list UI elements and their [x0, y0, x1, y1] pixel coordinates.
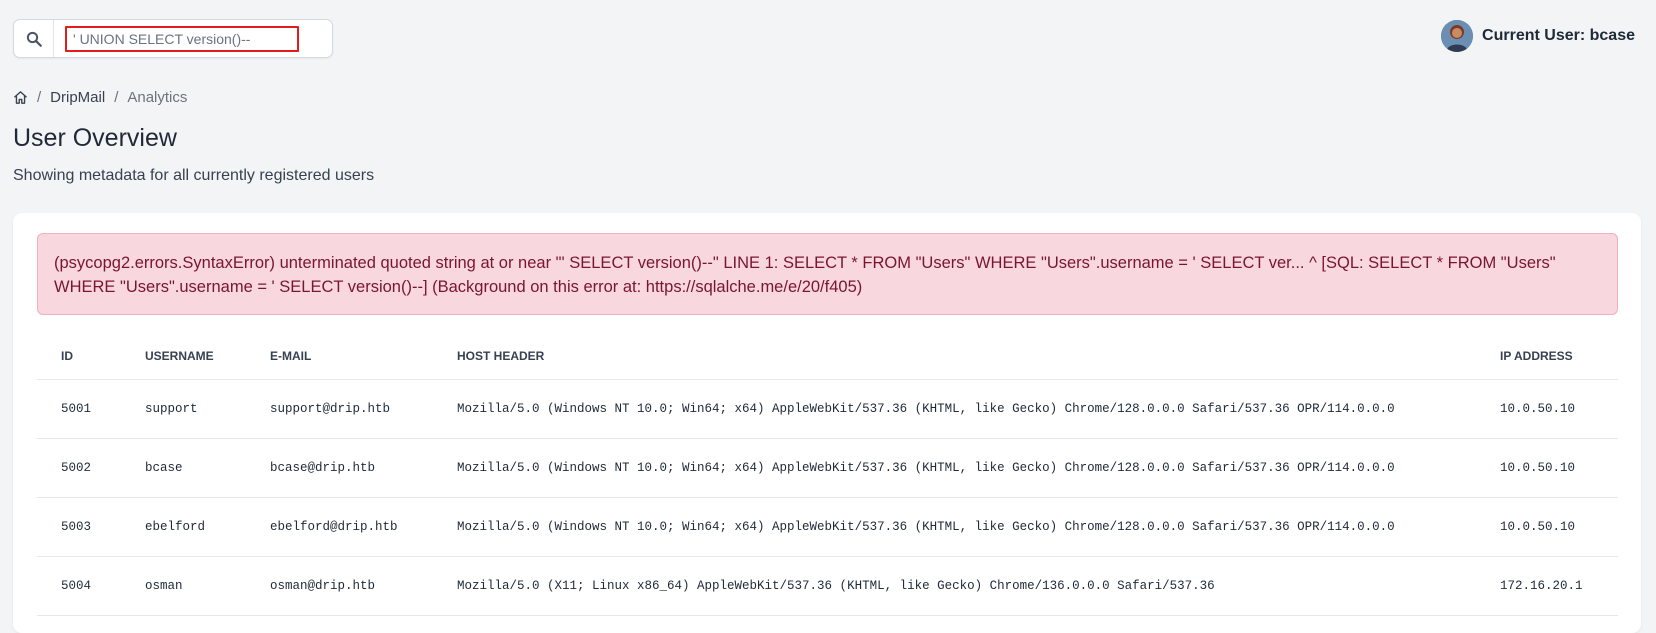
- cell-host-header: Mozilla/5.0 (Windows NT 10.0; Win64; x64…: [433, 438, 1476, 498]
- page-title: User Overview: [13, 124, 177, 152]
- home-link[interactable]: [13, 90, 28, 105]
- column-header-ip-address[interactable]: IP ADDRESS: [1476, 333, 1618, 380]
- breadcrumb-separator: /: [114, 88, 119, 106]
- cell-ip-address: 10.0.50.10: [1476, 497, 1618, 557]
- cell-email: osman@drip.htb: [246, 556, 433, 616]
- column-header-id[interactable]: ID: [37, 333, 121, 380]
- table-header-row: ID USERNAME E-MAIL HOST HEADER IP ADDRES…: [37, 333, 1618, 380]
- cell-username: osman: [121, 556, 246, 616]
- search-input[interactable]: [65, 26, 299, 52]
- breadcrumb-item-dripmail[interactable]: DripMail: [50, 89, 105, 106]
- cell-username: support: [121, 379, 246, 439]
- cell-id: 5001: [37, 379, 121, 439]
- cell-host-header: Mozilla/5.0 (X11; Linux x86_64) AppleWeb…: [433, 556, 1476, 616]
- home-icon: [14, 90, 27, 104]
- breadcrumb-separator: /: [37, 88, 42, 106]
- table-row[interactable]: 5004 osman osman@drip.htb Mozilla/5.0 (X…: [37, 556, 1618, 616]
- error-alert: (psycopg2.errors.SyntaxError) unterminat…: [37, 233, 1618, 315]
- cell-username: bcase: [121, 438, 246, 498]
- cell-host-header: Mozilla/5.0 (Windows NT 10.0; Win64; x64…: [433, 379, 1476, 439]
- cell-ip-address: 10.0.50.10: [1476, 438, 1618, 498]
- users-card: (psycopg2.errors.SyntaxError) unterminat…: [13, 213, 1641, 633]
- top-bar: Current User: bcase: [0, 0, 1656, 76]
- cell-host-header: Mozilla/5.0 (Windows NT 10.0; Win64; x64…: [433, 497, 1476, 557]
- cell-email: ebelford@drip.htb: [246, 497, 433, 557]
- cell-id: 5003: [37, 497, 121, 557]
- breadcrumb: / DripMail / Analytics: [13, 87, 187, 107]
- current-user-label: Current User: bcase: [1482, 27, 1635, 44]
- cell-ip-address: 10.0.50.10: [1476, 379, 1618, 439]
- column-header-email[interactable]: E-MAIL: [246, 333, 433, 380]
- cell-email: bcase@drip.htb: [246, 438, 433, 498]
- breadcrumb-item-analytics: Analytics: [127, 88, 188, 106]
- search-box: [13, 19, 333, 58]
- column-header-username[interactable]: USERNAME: [121, 333, 246, 380]
- cell-username: ebelford: [121, 497, 246, 557]
- page-subtitle: Showing metadata for all currently regis…: [13, 167, 375, 184]
- table-row[interactable]: 5003 ebelford ebelford@drip.htb Mozilla/…: [37, 497, 1618, 557]
- cell-ip-address: 172.16.20.1: [1476, 556, 1618, 616]
- cell-id: 5002: [37, 438, 121, 498]
- search-icon: [26, 31, 42, 47]
- cell-email: support@drip.htb: [246, 379, 433, 439]
- search-button[interactable]: [14, 20, 54, 57]
- current-user[interactable]: Current User: bcase: [1441, 20, 1635, 52]
- table-row[interactable]: 5002 bcase bcase@drip.htb Mozilla/5.0 (W…: [37, 438, 1618, 498]
- users-table: ID USERNAME E-MAIL HOST HEADER IP ADDRES…: [37, 333, 1618, 616]
- cell-id: 5004: [37, 556, 121, 616]
- table-row[interactable]: 5001 support support@drip.htb Mozilla/5.…: [37, 379, 1618, 439]
- column-header-host-header[interactable]: HOST HEADER: [433, 333, 1476, 380]
- avatar[interactable]: [1441, 20, 1474, 52]
